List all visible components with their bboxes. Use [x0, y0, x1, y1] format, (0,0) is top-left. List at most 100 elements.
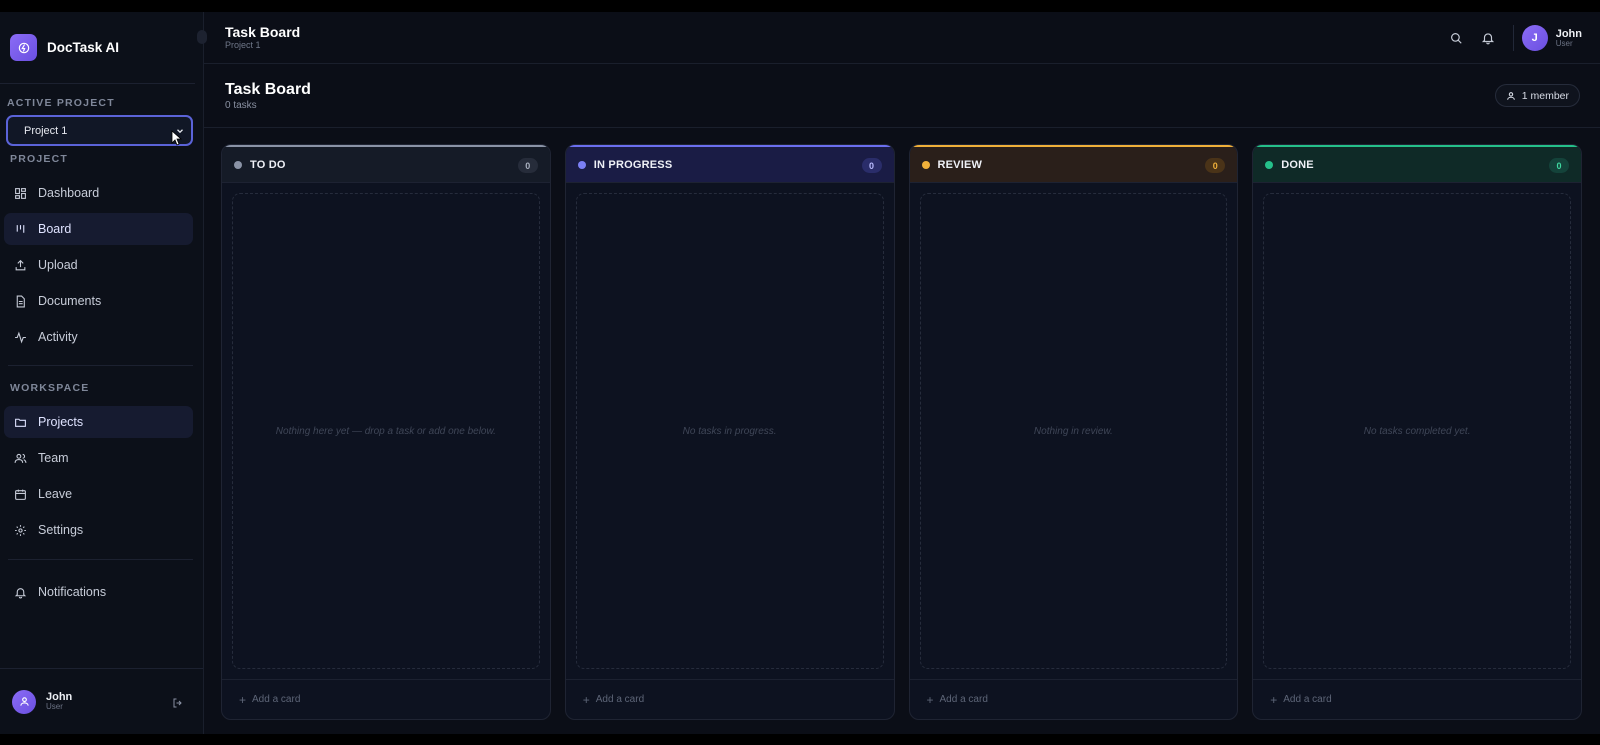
brand[interactable]: DocTask AI [0, 12, 195, 84]
page-header: Task Board 0 tasks 1 member [204, 64, 1600, 128]
drop-zone[interactable]: No tasks in progress. [575, 193, 884, 669]
column-title: IN PROGRESS [593, 158, 673, 171]
project-select-value: Project 1 [24, 124, 68, 137]
column-header: TO DO 0 [222, 145, 550, 183]
members-label: 1 member [1521, 89, 1569, 102]
add-card-button[interactable]: + Add a card [1253, 679, 1581, 719]
search-icon[interactable] [1443, 25, 1469, 51]
bell-icon [13, 585, 27, 599]
add-card-label: Add a card [595, 694, 645, 705]
add-card-button[interactable]: + Add a card [909, 679, 1238, 719]
notifications-nav: Notifications [0, 576, 203, 608]
user-menu[interactable]: J John User [1521, 25, 1582, 51]
logout-icon[interactable] [172, 696, 184, 714]
sidebar-user[interactable]: John User [0, 668, 203, 734]
plus-icon: + [582, 692, 590, 707]
sidebar-item-label: Dashboard [38, 186, 100, 200]
user-icon [19, 697, 29, 706]
empty-state-text: Nothing in review. [1033, 425, 1113, 437]
workspace-nav: Projects Team Leave Settings [0, 406, 203, 546]
sidebar-item-notifications[interactable]: Notifications [4, 576, 193, 608]
app-name: DocTask AI [47, 40, 120, 55]
sidebar-item-label: Board [38, 222, 72, 236]
main-content: Task Board Project 1 J John User Task Bo… [204, 12, 1600, 734]
status-dot [234, 160, 242, 169]
user-icon [1506, 91, 1516, 101]
empty-state-text: Nothing here yet — drop a task or add on… [275, 425, 496, 437]
board-icon [13, 222, 27, 236]
column-done: DONE 0 No tasks completed yet. + Add a ca… [1252, 144, 1582, 720]
column-title: DONE [1281, 158, 1314, 171]
add-card-button[interactable]: + Add a card [222, 679, 550, 719]
active-project-label: ACTIVE PROJECT [7, 97, 115, 109]
workspace-section-label: WORKSPACE [10, 382, 90, 394]
status-dot [577, 160, 586, 169]
sidebar-item-label: Notifications [38, 585, 107, 599]
sidebar-item-label: Settings [38, 523, 84, 537]
team-icon [13, 451, 27, 465]
sidebar-item-leave[interactable]: Leave [4, 478, 193, 510]
user-name: John [1555, 27, 1582, 40]
divider [8, 559, 193, 560]
sidebar-item-activity[interactable]: Activity [4, 321, 193, 353]
column-count-badge: 0 [1205, 158, 1226, 173]
column-title: TO DO [250, 158, 286, 171]
top-actions: J John User [1437, 12, 1582, 64]
sidebar-item-dashboard[interactable]: Dashboard [4, 177, 193, 209]
plus-icon: + [926, 692, 934, 707]
sidebar-item-upload[interactable]: Upload [4, 249, 193, 281]
drop-zone[interactable]: Nothing in review. [919, 193, 1228, 669]
add-card-label: Add a card [939, 694, 988, 705]
empty-state-text: No tasks completed yet. [1363, 425, 1471, 437]
sidebar-item-team[interactable]: Team [4, 442, 193, 474]
avatar [12, 689, 36, 714]
sidebar-item-label: Projects [38, 415, 84, 429]
document-icon [13, 294, 27, 308]
add-card-label: Add a card [1283, 694, 1332, 705]
task-count: 0 tasks [225, 99, 257, 111]
project-section-label: PROJECT [10, 153, 68, 165]
drop-zone[interactable]: No tasks completed yet. [1263, 193, 1571, 669]
user-role: User [1555, 38, 1573, 48]
sidebar-item-settings[interactable]: Settings [4, 514, 193, 546]
column-review: REVIEW 0 Nothing in review. + Add a card [908, 144, 1239, 720]
mouse-cursor-icon [171, 130, 182, 146]
gear-icon [13, 523, 27, 537]
sidebar-item-documents[interactable]: Documents [4, 285, 193, 317]
grid-icon [13, 186, 27, 200]
kanban-board: TO DO 0 Nothing here yet — drop a task o… [221, 144, 1582, 720]
status-dot [1265, 160, 1274, 169]
sidebar-item-label: Team [38, 451, 69, 465]
empty-state-text: No tasks in progress. [682, 425, 777, 437]
status-dot [921, 160, 930, 169]
column-count-badge: 0 [517, 158, 538, 173]
sidebar-item-label: Activity [38, 330, 78, 344]
sidebar-item-label: Leave [38, 487, 73, 501]
members-button[interactable]: 1 member [1494, 84, 1580, 107]
plus-icon: + [1270, 692, 1278, 707]
project-select[interactable]: Project 1 [6, 115, 193, 146]
column-title: REVIEW [937, 158, 983, 171]
bolt-logo-icon [10, 34, 37, 61]
column-count-badge: 0 [861, 158, 882, 173]
plus-icon: + [239, 692, 247, 707]
column-in-progress: IN PROGRESS 0 No tasks in progress. + Add… [564, 144, 895, 720]
upload-icon [13, 258, 27, 272]
bell-icon[interactable] [1475, 25, 1501, 51]
add-card-label: Add a card [252, 694, 301, 705]
column-todo: TO DO 0 Nothing here yet — drop a task o… [221, 144, 551, 720]
sidebar-item-projects[interactable]: Projects [4, 406, 193, 438]
divider [8, 365, 193, 366]
column-count-badge: 0 [1549, 158, 1569, 173]
calendar-icon [13, 487, 27, 501]
project-nav: Dashboard Board Upload Documents Activit… [0, 177, 203, 353]
sidebar-item-board[interactable]: Board [4, 213, 193, 245]
sidebar-item-label: Documents [38, 294, 102, 308]
avatar: J [1521, 25, 1548, 51]
breadcrumb: Project 1 [225, 40, 261, 51]
sidebar-item-label: Upload [38, 258, 78, 272]
add-card-button[interactable]: + Add a card [565, 679, 894, 719]
folder-icon [13, 415, 27, 429]
topbar: Task Board Project 1 J John User [204, 12, 1600, 64]
drop-zone[interactable]: Nothing here yet — drop a task or add on… [232, 193, 540, 669]
